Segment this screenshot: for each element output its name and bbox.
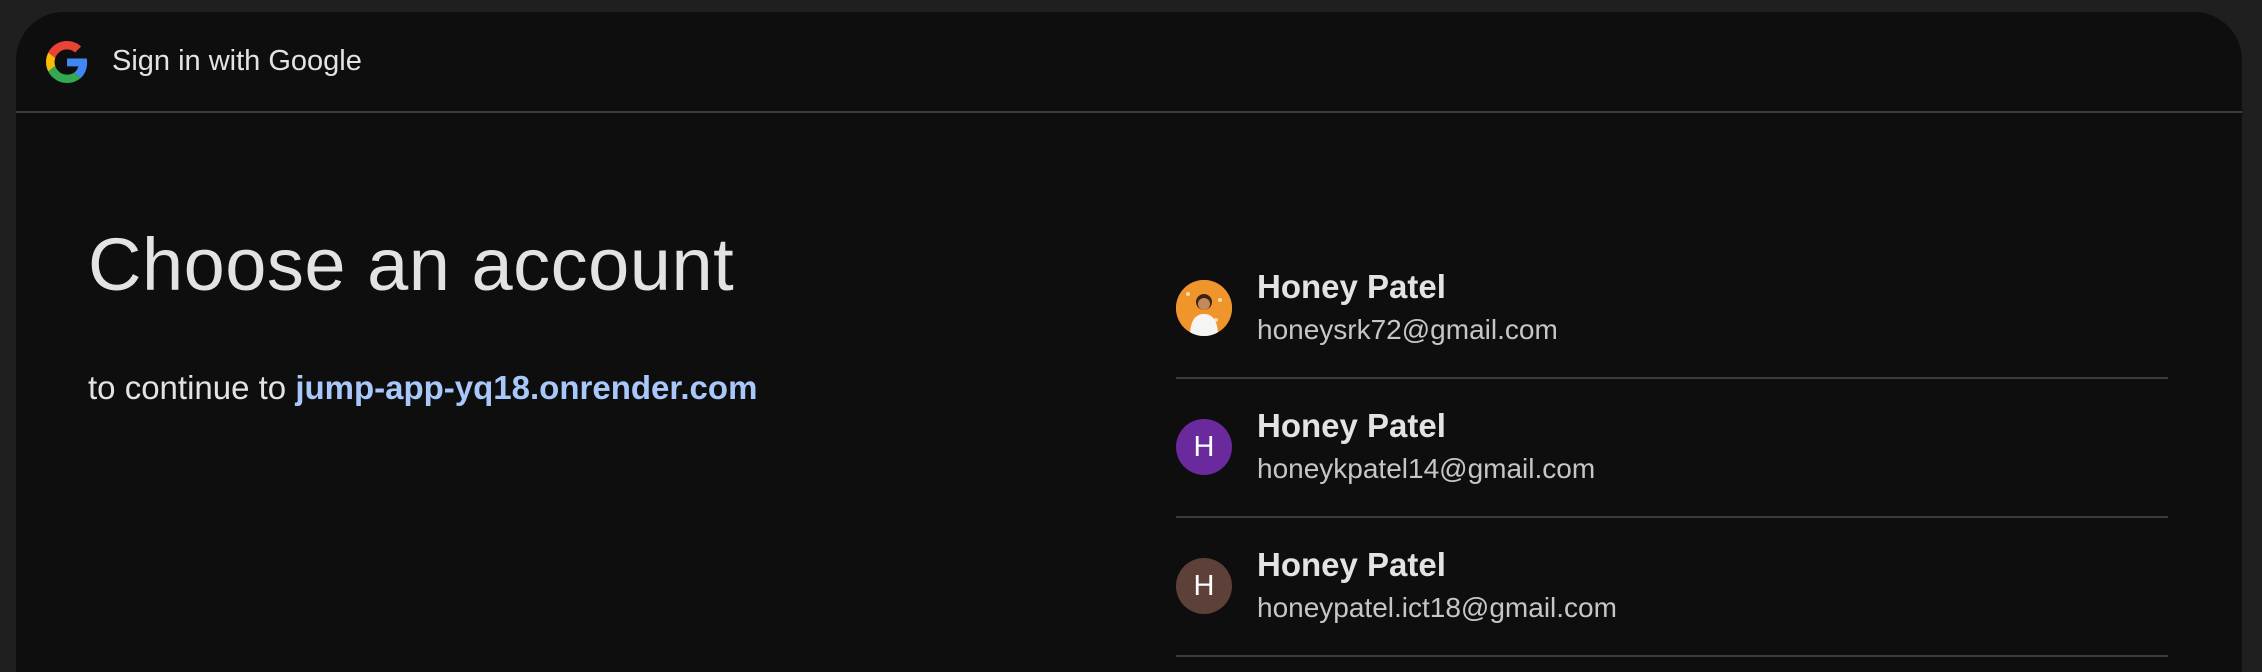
account-list: Honey Patel honeysrk72@gmail.com H Honey…: [1176, 240, 2168, 657]
subtitle: to continue to jump-app-yq18.onrender.co…: [88, 369, 757, 407]
account-name: Honey Patel: [1257, 268, 1446, 305]
google-g-icon: [46, 40, 88, 83]
header-title: Sign in with Google: [112, 45, 362, 77]
subtitle-prefix: to continue to: [88, 369, 296, 406]
account-item[interactable]: H Honey Patel honeykpatel14@gmail.com: [1176, 379, 2168, 518]
account-email: honeypatel.ict18@gmail.com: [1257, 592, 1617, 623]
sign-in-card: Sign in with Google Choose an account to…: [16, 12, 2242, 672]
account-item[interactable]: Honey Patel honeysrk72@gmail.com: [1176, 240, 2168, 379]
account-email: honeysrk72@gmail.com: [1257, 314, 1558, 345]
header: Sign in with Google: [16, 12, 2242, 113]
account-item[interactable]: H Honey Patel honeypatel.ict18@gmail.com: [1176, 518, 2168, 657]
person-photo-icon: [1176, 280, 1232, 336]
avatar: H: [1176, 419, 1232, 475]
avatar: [1176, 280, 1232, 336]
app-link[interactable]: jump-app-yq18.onrender.com: [295, 369, 757, 406]
account-name: Honey Patel: [1257, 407, 1446, 444]
page-title: Choose an account: [88, 223, 735, 306]
account-email: honeykpatel14@gmail.com: [1257, 453, 1596, 484]
account-name: Honey Patel: [1257, 546, 1446, 583]
avatar: H: [1176, 558, 1232, 614]
